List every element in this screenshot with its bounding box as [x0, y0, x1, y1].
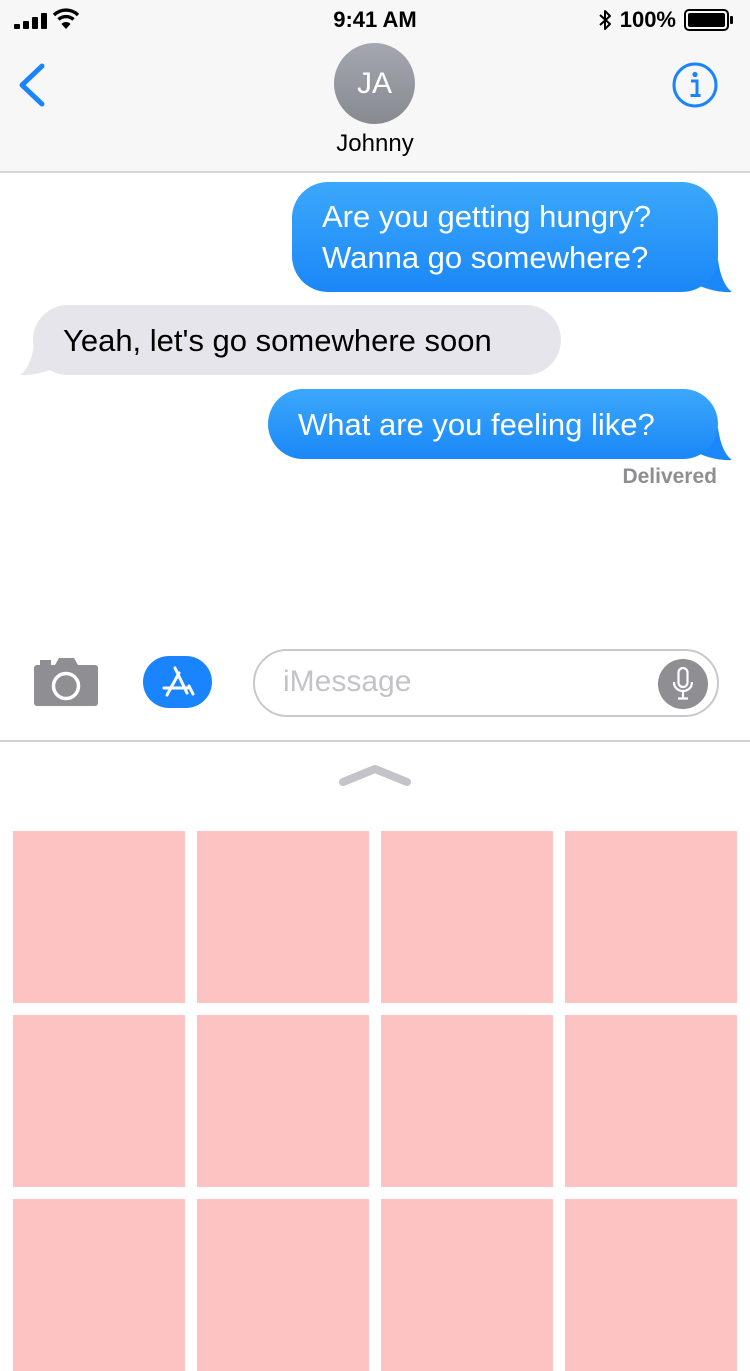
microphone-button[interactable] — [658, 659, 708, 709]
battery-icon — [684, 9, 733, 31]
message-placeholder: iMessage — [283, 665, 412, 698]
drawer-divider — [0, 740, 750, 742]
app-store-icon — [162, 666, 194, 697]
conversation-header: 9:41 AM 100% JA Johnny — [0, 0, 750, 173]
camera-button[interactable] — [33, 657, 99, 707]
message-bubble-received[interactable]: Yeah, let's go somewhere soon — [33, 305, 561, 375]
delivery-status: Delivered — [622, 465, 717, 488]
status-right: 100% — [598, 7, 734, 33]
app-tile[interactable] — [381, 1199, 553, 1371]
app-tile[interactable] — [381, 831, 553, 1003]
message-text: Yeah, let's go somewhere soon — [63, 322, 492, 358]
message-text: What are you feeling like? — [298, 406, 655, 442]
microphone-icon — [672, 667, 694, 700]
info-icon — [672, 62, 718, 108]
battery-percentage: 100% — [619, 7, 676, 32]
message-text: Are you getting hungry? Wanna go somewhe… — [322, 199, 652, 275]
app-tile[interactable] — [197, 1199, 369, 1371]
app-store-button[interactable] — [143, 656, 212, 708]
chevron-up-icon — [339, 765, 411, 786]
app-drawer-grid — [13, 831, 737, 1371]
app-tile[interactable] — [197, 831, 369, 1003]
app-tile[interactable] — [565, 1199, 737, 1371]
app-tile[interactable] — [565, 831, 737, 1003]
app-tile[interactable] — [13, 831, 185, 1003]
app-tile[interactable] — [13, 1015, 185, 1187]
chevron-left-icon — [19, 63, 45, 107]
avatar-initials: JA — [356, 66, 392, 100]
message-input[interactable]: iMessage — [253, 649, 719, 717]
camera-icon — [34, 658, 98, 706]
avatar[interactable]: JA — [334, 43, 415, 124]
app-tile[interactable] — [565, 1015, 737, 1187]
message-bubble-sent[interactable]: Are you getting hungry? Wanna go somewhe… — [292, 182, 718, 292]
drawer-handle[interactable] — [338, 763, 412, 787]
info-button[interactable] — [671, 61, 719, 109]
app-tile[interactable] — [13, 1199, 185, 1371]
bluetooth-icon — [599, 10, 611, 30]
app-tile[interactable] — [197, 1015, 369, 1187]
app-tile[interactable] — [381, 1015, 553, 1187]
contact-name[interactable]: Johnny — [0, 130, 750, 158]
back-button[interactable] — [14, 62, 48, 108]
message-bubble-sent[interactable]: What are you feeling like? — [268, 389, 718, 459]
